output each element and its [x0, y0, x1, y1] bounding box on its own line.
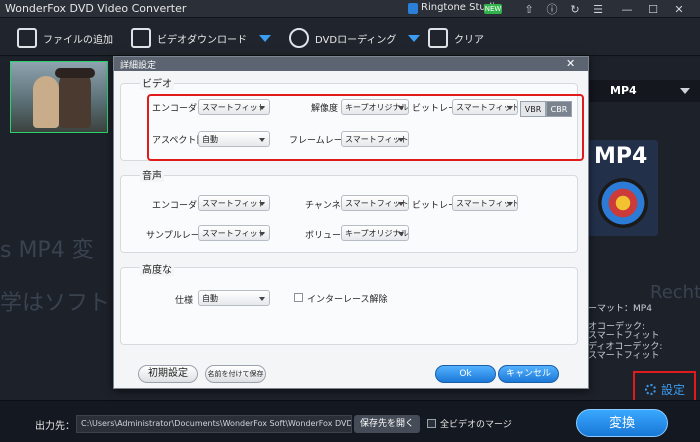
sample-rate-value: スマートフィット [202, 229, 266, 238]
save-as-button[interactable]: 名前を付けて保存 [205, 365, 266, 383]
ok-button[interactable]: Ok [435, 365, 496, 383]
new-badge: NEW [484, 4, 502, 14]
dialog-title: 詳細設定 [120, 61, 157, 71]
volume-select[interactable]: キープオリジナル [341, 225, 409, 241]
background-text: 学はソフト [0, 291, 111, 316]
dialog-header[interactable] [114, 57, 588, 71]
deinterlace-label: インターレース解除 [307, 295, 388, 305]
upload-icon[interactable]: ⇧ [518, 1, 540, 17]
video-download-label: ビデオダウンロード [157, 34, 247, 46]
download-icon [131, 28, 151, 48]
video-section-title: ビデオ [140, 75, 174, 90]
audio-section [120, 175, 578, 253]
merge-all-label: 全ビデオのマージ [440, 420, 512, 430]
merge-all-checkbox[interactable] [427, 419, 436, 428]
reset-defaults-button[interactable]: 初期設定 [138, 365, 198, 383]
add-files-label: ファイルの追加 [43, 34, 113, 46]
dvd-loading-label: DVDローディング [315, 34, 397, 46]
refresh-icon[interactable]: ↻ [564, 1, 586, 17]
minimize-icon[interactable]: — [616, 1, 638, 17]
clear-label: クリア [454, 34, 484, 46]
app-title: WonderFox DVD Video Converter [5, 2, 187, 15]
ringtone-studio-icon[interactable] [408, 3, 418, 14]
video-thumbnail[interactable] [10, 61, 108, 133]
format-artwork[interactable]: MP4 [588, 140, 658, 236]
close-icon[interactable]: ✕ [668, 1, 690, 17]
deinterlace-checkbox[interactable] [294, 293, 303, 302]
convert-button[interactable]: 変換 [576, 409, 668, 437]
cancel-button[interactable]: キャンセル [498, 365, 559, 383]
video-download-button[interactable]: ビデオダウンロード [131, 26, 271, 50]
chevron-down-icon [680, 88, 690, 94]
sample-rate-select[interactable]: スマートフィット [198, 225, 270, 241]
clear-button[interactable]: クリア [428, 26, 484, 50]
audio-bitrate-select[interactable]: スマートフィット [452, 195, 518, 211]
spec-label: 仕様 [175, 296, 194, 306]
chevron-down-icon[interactable] [408, 34, 421, 42]
main-toolbar: ファイルの追加 ビデオダウンロード DVDローディング クリア [0, 18, 700, 56]
dialog-close-icon[interactable]: ✕ [566, 57, 575, 70]
dvd-icon [289, 28, 309, 48]
open-folder-button[interactable]: 保存先を開く [354, 415, 420, 433]
format-artwork-label: MP4 [594, 144, 648, 169]
format-info-line: スマートフィット [588, 351, 660, 361]
video-settings-highlight [147, 94, 584, 161]
chevron-down-icon[interactable] [259, 34, 271, 42]
trash-icon [428, 28, 448, 48]
audio-section-title: 音声 [140, 167, 164, 182]
output-label: 出力先： [35, 421, 75, 432]
channel-select[interactable]: スマートフィット [341, 195, 409, 211]
maximize-icon[interactable]: ☐ [642, 1, 664, 17]
settings-label: 設定 [661, 383, 686, 397]
background-text: s MP4 変 [0, 238, 94, 263]
output-format-value: MP4 [610, 84, 637, 97]
background-text: Recht [650, 282, 700, 303]
output-format-select[interactable]: MP4 [588, 80, 700, 102]
add-files-button[interactable]: ファイルの追加 [17, 26, 113, 50]
dvd-loading-button[interactable]: DVDローディング [289, 26, 421, 50]
advanced-section-title: 高度な [140, 261, 174, 276]
film-reel-icon [598, 178, 648, 228]
settings-button[interactable]: 設定 [645, 381, 685, 398]
gear-icon [645, 384, 656, 395]
audio-encoder-value: スマートフィット [202, 199, 266, 208]
audio-encoder-select[interactable]: スマートフィット [198, 195, 270, 211]
add-file-icon [17, 28, 37, 48]
info-icon[interactable]: ⓘ [541, 1, 563, 17]
title-bar: WonderFox DVD Video Converter Ringtone S… [0, 0, 700, 18]
spec-value: 自動 [202, 294, 218, 303]
spec-select[interactable]: 自動 [198, 290, 270, 306]
advanced-section [120, 267, 578, 345]
output-path-field[interactable]: C:\Users\Administrator\Documents\WonderF… [76, 415, 352, 433]
format-info-line: ーマット：MP4 [588, 304, 652, 314]
menu-icon[interactable]: ☰ [587, 1, 609, 17]
